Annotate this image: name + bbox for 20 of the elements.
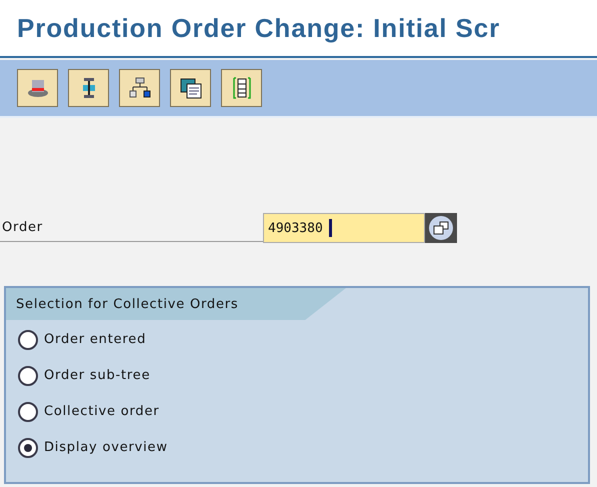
toolbar-button[interactable] bbox=[170, 69, 211, 107]
order-field[interactable]: 4903380 bbox=[263, 213, 425, 243]
radio-label: Display overview bbox=[44, 440, 168, 455]
hierarchy-icon bbox=[128, 76, 152, 100]
text-cursor bbox=[329, 219, 332, 237]
radio-button[interactable] bbox=[18, 330, 38, 350]
window-title: Production Order Change: Initial Scr bbox=[17, 12, 500, 44]
radio-button[interactable] bbox=[18, 402, 38, 422]
field-label: Order bbox=[0, 214, 263, 242]
radio-label: Order sub-tree bbox=[44, 368, 150, 383]
windows-icon bbox=[428, 215, 454, 241]
radio-button[interactable] bbox=[18, 366, 38, 386]
radio-button[interactable] bbox=[18, 438, 38, 458]
group-title: Selection for Collective Orders bbox=[16, 296, 238, 312]
radio-label: Collective order bbox=[44, 404, 160, 419]
radio-label: Order entered bbox=[44, 332, 146, 347]
toolbar-button[interactable] bbox=[119, 69, 160, 107]
search-help-button[interactable] bbox=[425, 213, 457, 243]
toolbar-button[interactable] bbox=[221, 69, 262, 107]
documents-icon bbox=[178, 76, 202, 100]
